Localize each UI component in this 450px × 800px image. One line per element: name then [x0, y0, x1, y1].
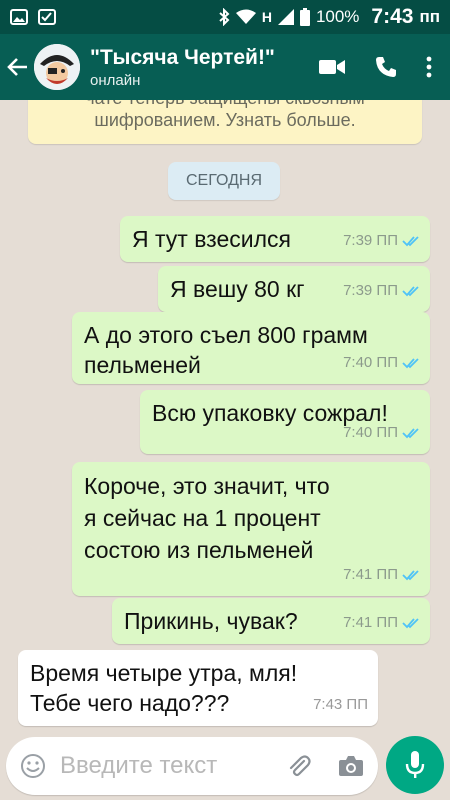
notification-icon [38, 9, 56, 25]
emoji-icon[interactable] [20, 753, 46, 779]
back-button[interactable] [0, 34, 36, 100]
encryption-notice-line2: шифрованием. Узнать больше. [94, 110, 356, 130]
wifi-icon [235, 9, 256, 24]
chat-info[interactable]: "Тысяча Чертей!" онлайн [90, 46, 318, 89]
bluetooth-icon [219, 8, 230, 26]
clock: 7:43 [371, 5, 414, 28]
message-text: Тебе чего надо??? [30, 690, 230, 716]
message-time: 7:41 ПП [343, 614, 398, 631]
read-receipt-icon [402, 358, 419, 369]
message-time: 7:41 ПП [343, 566, 398, 583]
encryption-notice-line1: чате теперь защищены сквозным [28, 100, 422, 108]
arrow-left-icon [7, 58, 27, 76]
clock-ampm: пп [419, 7, 440, 26]
encryption-notice[interactable]: чате теперь защищены сквозным шифрование… [28, 100, 422, 144]
message-input[interactable]: Введите текст [60, 752, 286, 780]
chat-title: "Тысяча Чертей!" [90, 45, 275, 69]
voice-record-button[interactable] [386, 736, 444, 794]
status-bar: H 100% 7:43 пп [0, 0, 450, 34]
message-time: 7:39 ПП [343, 282, 398, 299]
message-text: я сейчас на 1 процент [84, 505, 321, 531]
battery-level: 100% [315, 7, 360, 26]
message-composer[interactable]: Введите текст [6, 737, 378, 795]
message-text: Время четыре утра, мля! [30, 660, 298, 686]
message-bubble[interactable]: Прикинь, чувак? 7:41 ПП [112, 598, 430, 644]
phone-call-icon[interactable] [374, 55, 398, 79]
message-text: А до этого съел 800 грамм [84, 322, 368, 348]
message-time: 7:43 ПП [313, 696, 368, 713]
message-text: Я вешу 80 кг [170, 276, 305, 302]
message-text: пельменей [84, 352, 201, 378]
message-bubble[interactable]: Я тут взесился 7:39 ПП [120, 216, 430, 262]
chat-status: онлайн [90, 71, 141, 89]
message-bubble-incoming[interactable]: Время четыре утра, мля! Тебе чего надо??… [18, 650, 378, 726]
battery-icon [299, 8, 310, 26]
read-receipt-icon [402, 286, 419, 297]
camera-icon[interactable] [338, 754, 364, 778]
message-text: состою из пельменей [84, 537, 314, 563]
read-receipt-icon [402, 618, 419, 629]
message-time: 7:40 ПП [343, 354, 398, 371]
message-text: Я тут взесился [132, 226, 291, 252]
pirate-avatar-icon [34, 44, 80, 90]
date-divider: СЕГОДНЯ [168, 162, 280, 200]
video-call-icon[interactable] [318, 57, 346, 77]
read-receipt-icon [402, 570, 419, 581]
chat-header: "Тысяча Чертей!" онлайн [0, 34, 450, 100]
message-time: 7:40 ПП [343, 424, 398, 441]
message-text: Прикинь, чувак? [124, 608, 298, 634]
message-bubble[interactable]: Короче, это значит, что я сейчас на 1 пр… [72, 462, 430, 596]
read-receipt-icon [402, 428, 419, 439]
message-bubble[interactable]: Всю упаковку сожрал! 7:40 ПП [140, 390, 430, 454]
network-type: H [261, 9, 272, 25]
microphone-icon [405, 751, 425, 778]
chat-area[interactable]: чате теперь защищены сквозным шифрование… [0, 100, 450, 730]
message-bubble[interactable]: А до этого съел 800 грамм пельменей 7:40… [72, 312, 430, 384]
more-options-icon[interactable] [426, 56, 432, 78]
signal-icon [277, 9, 294, 25]
avatar[interactable] [34, 44, 80, 90]
message-time: 7:39 ПП [343, 232, 398, 249]
gallery-icon [10, 9, 28, 25]
attach-icon[interactable] [286, 753, 312, 779]
message-text: Короче, это значит, что [84, 473, 330, 499]
read-receipt-icon [402, 236, 419, 247]
message-bubble[interactable]: Я вешу 80 кг 7:39 ПП [158, 266, 430, 312]
